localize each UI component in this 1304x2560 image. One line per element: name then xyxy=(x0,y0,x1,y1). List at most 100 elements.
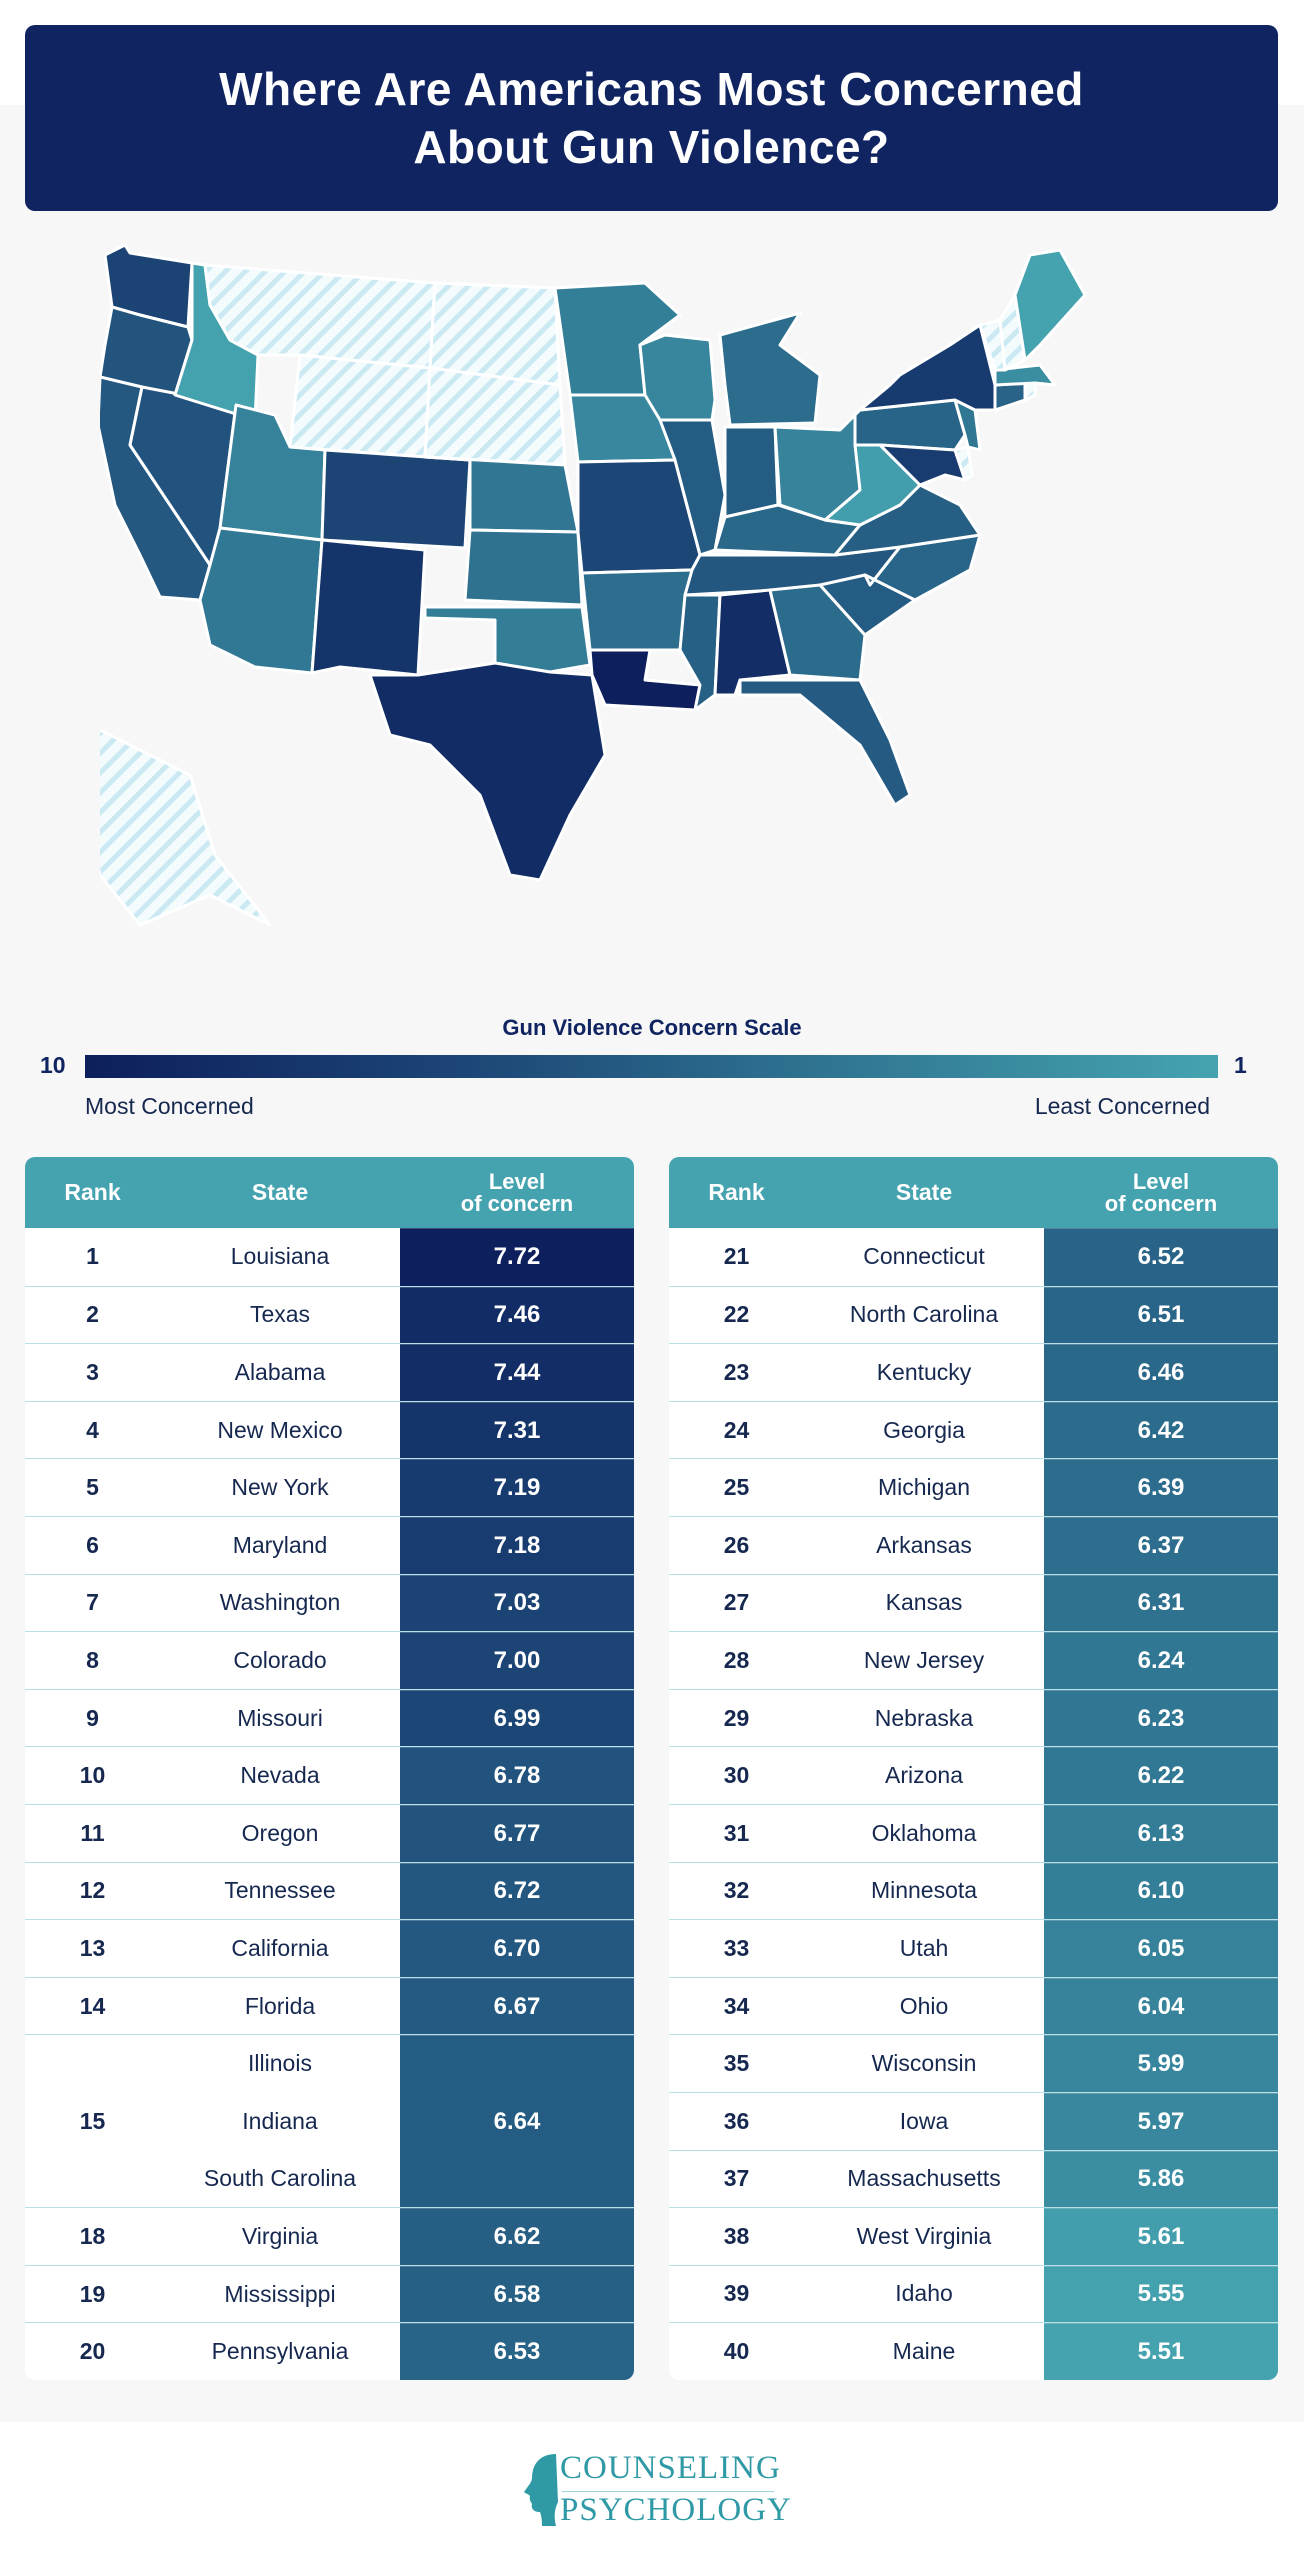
state-name: Nevada xyxy=(240,1762,320,1789)
rank-cell: 13 xyxy=(79,1934,106,1961)
rank-cell: 23 xyxy=(723,1358,750,1385)
rank-cell: 31 xyxy=(723,1819,750,1846)
level-cell: 6.10 xyxy=(1044,1862,1278,1920)
level-cell: 7.19 xyxy=(400,1459,634,1516)
header-state: State xyxy=(895,1179,953,1205)
rank-cell: 20 xyxy=(79,2338,106,2365)
rank-cell: 40 xyxy=(723,2338,750,2365)
rank-cell: 6 xyxy=(86,1531,99,1558)
rank-cell: 34 xyxy=(723,1992,750,2019)
state-cell: Minnesota xyxy=(804,1863,1044,1920)
state-name: Oregon xyxy=(241,1819,319,1846)
table-row: 12 Tennessee 6.72 xyxy=(25,1861,634,1920)
state-name: Utah xyxy=(899,1934,949,1961)
table-row: 37 Massachusetts 5.86 xyxy=(669,2149,1278,2208)
ranking-table-right: Rank State Level of concern 21 Connecticut… xyxy=(669,1157,1278,2380)
rank-cell: 15 xyxy=(79,2107,106,2134)
state-maine xyxy=(1013,248,1087,362)
level-cell: 6.64 xyxy=(400,2035,634,2208)
header-rank: Rank xyxy=(708,1179,765,1205)
state-connecticut xyxy=(993,381,1027,412)
state-name: Iowa xyxy=(899,2107,949,2134)
state-name: Arkansas xyxy=(876,1531,972,1558)
state-cell: Tennessee xyxy=(160,1863,400,1920)
state-cell: Oklahoma xyxy=(804,1805,1044,1862)
state-name: New Jersey xyxy=(863,1646,985,1673)
table-row: 1 Louisiana 7.72 xyxy=(25,1228,634,1286)
table-row: 38 West Virginia 5.61 xyxy=(669,2207,1278,2265)
state-name: Colorado xyxy=(233,1646,327,1673)
state-texas xyxy=(368,661,607,882)
state-new-mexico xyxy=(310,538,427,677)
table-row: 20 Pennsylvania 6.53 xyxy=(25,2322,634,2380)
state-name: Alabama xyxy=(234,1358,326,1385)
level-cell: 6.05 xyxy=(1044,1920,1278,1977)
head-profile-icon xyxy=(524,2454,558,2526)
level-cell: 6.58 xyxy=(400,2265,634,2323)
state-cell: California xyxy=(160,1920,400,1977)
level-cell: 5.99 xyxy=(1044,2035,1278,2092)
table-row: 3 Alabama 7.44 xyxy=(25,1343,634,1401)
rank-cell: 30 xyxy=(723,1762,750,1789)
table-row: 10 Nevada 6.78 xyxy=(25,1746,634,1804)
rank-cell: 21 xyxy=(723,1243,750,1270)
rank-cell: 28 xyxy=(723,1646,750,1673)
state-cell: Virginia xyxy=(160,2208,400,2265)
state-name: Virginia xyxy=(241,2222,319,2249)
state-name: Maryland xyxy=(232,1531,328,1558)
state-alaska xyxy=(100,728,272,927)
table-row: 6 Maryland 7.18 xyxy=(25,1515,634,1574)
page-title: Where Are Americans Most Concerned About… xyxy=(219,63,1084,173)
state-arizona xyxy=(198,526,324,675)
rank-cell: 4 xyxy=(86,1416,99,1443)
state-cell: Nevada xyxy=(160,1747,400,1804)
state-name: Washington xyxy=(219,1589,341,1616)
table-row: 13 California 6.70 xyxy=(25,1919,634,1977)
rank-cell: 19 xyxy=(79,2280,106,2307)
rank-cell: 38 xyxy=(723,2222,750,2249)
state-name: Pennsylvania xyxy=(211,2338,349,2365)
state-cell: Iowa xyxy=(804,2093,1044,2150)
level-cell: 6.04 xyxy=(1044,1977,1278,2035)
table-row: 18 Virginia 6.62 xyxy=(25,2207,634,2265)
table-header: Rank State Level of concern xyxy=(669,1157,1278,1228)
state-name: Georgia xyxy=(883,1416,965,1443)
legend-least-label: Least Concerned xyxy=(1034,1093,1210,1119)
rank-cell: 9 xyxy=(86,1704,99,1731)
ranking-table-left: Rank State Level of concern 1 Louisiana 7.7… xyxy=(25,1157,634,2380)
table-row: 34 Ohio 6.04 xyxy=(669,1976,1278,2035)
state-name: Missouri xyxy=(237,1704,323,1731)
level-cell: 6.77 xyxy=(400,1804,634,1862)
rank-cell: 2 xyxy=(86,1301,99,1328)
state-cell: Nebraska xyxy=(804,1690,1044,1747)
state-colorado xyxy=(320,448,472,550)
rank-cell: 11 xyxy=(80,1819,105,1846)
header-state: State xyxy=(251,1179,309,1205)
rank-cell: 7 xyxy=(86,1589,99,1616)
level-cell: 7.18 xyxy=(400,1516,634,1574)
table-row: 27 Kansas 6.31 xyxy=(669,1573,1278,1632)
table-row: 19 Mississippi 6.58 xyxy=(25,2264,634,2323)
level-cell: 6.24 xyxy=(1044,1632,1278,1689)
table-row: 21 Connecticut 6.52 xyxy=(669,1228,1278,1286)
rank-cell: 24 xyxy=(723,1416,750,1443)
state-south-dakota xyxy=(423,366,567,467)
state-name: Louisiana xyxy=(230,1243,330,1270)
level-cell: 6.31 xyxy=(1044,1574,1278,1632)
state-name: Maine xyxy=(892,2338,956,2365)
state-rhode-island xyxy=(1023,381,1037,402)
level-cell: 6.39 xyxy=(1044,1459,1278,1516)
level-cell: 6.22 xyxy=(1044,1747,1278,1804)
level-cell: 6.72 xyxy=(400,1862,634,1920)
legend-most-label: Most Concerned xyxy=(85,1093,254,1119)
table-row: 36 Iowa 5.97 xyxy=(669,2091,1278,2150)
table-body: 21 Connecticut 6.52 22 North Carolina 6.51 23 K… xyxy=(669,1228,1278,2380)
state-name: Illinois xyxy=(248,2050,312,2077)
table-row: 2 Texas 7.46 xyxy=(25,1285,634,1344)
rank-cell: 25 xyxy=(723,1474,750,1501)
state-name: Minnesota xyxy=(870,1877,978,1904)
state-cell: Texas xyxy=(160,1287,400,1344)
state-new-york xyxy=(858,323,997,412)
state-name: Nebraska xyxy=(874,1704,974,1731)
rank-cell: 10 xyxy=(79,1762,106,1789)
